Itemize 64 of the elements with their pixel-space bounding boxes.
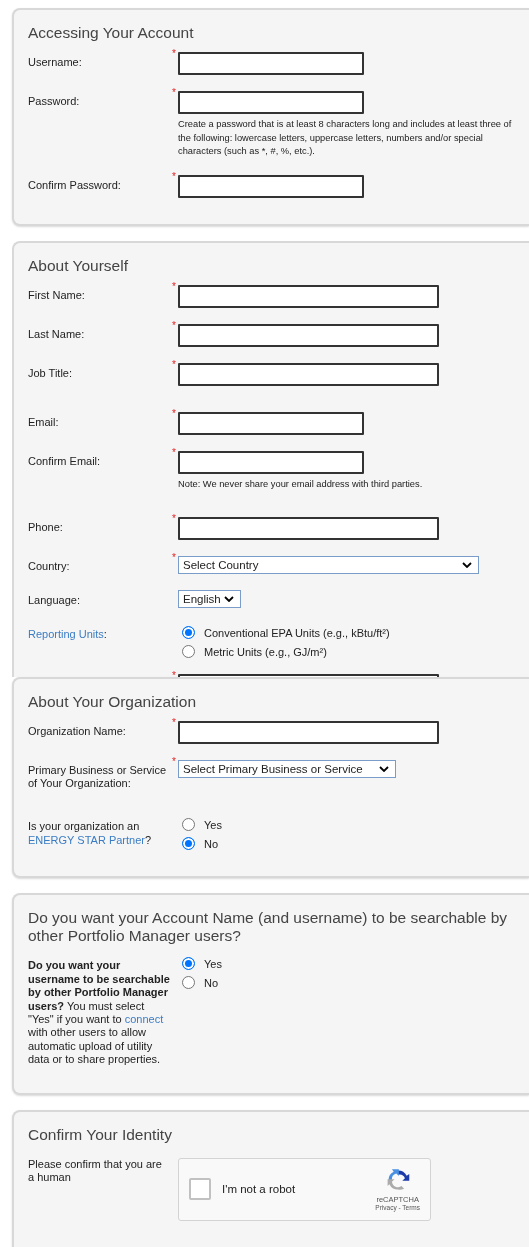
field-label: Do you want your username to be searchable by other Portfolio Manager users? You must select "Yes" if you want to connect with other users to allow automatic upload of utility data or to share properties.: [28, 959, 170, 1066]
required-asterisk: *: [172, 513, 176, 524]
field-label: Phone:: [28, 521, 63, 533]
text-field[interactable]: [178, 411, 364, 435]
section-heading: Accessing Your Account: [28, 24, 195, 42]
radio-option[interactable]: Yes: [178, 818, 529, 832]
field-label: Reporting Units:: [28, 628, 107, 640]
radio-option[interactable]: No: [178, 837, 529, 851]
text-field[interactable]: [178, 52, 364, 75]
checkbox[interactable]: [189, 1178, 211, 1201]
text-field[interactable]: [178, 284, 439, 308]
field-label: Please confirm that you are a human: [28, 1157, 162, 1183]
field-label: Email:: [28, 415, 59, 428]
text-field[interactable]: [178, 91, 364, 114]
text-field[interactable]: [178, 517, 439, 540]
required-asterisk: *: [172, 446, 176, 458]
required-asterisk: *: [172, 755, 176, 767]
required-asterisk: *: [172, 170, 176, 182]
field-label: Organization Name:: [28, 724, 126, 737]
required-asterisk: *: [172, 319, 176, 331]
required-asterisk: *: [172, 552, 176, 563]
required-asterisk: *: [172, 407, 176, 419]
required-asterisk: *: [172, 280, 176, 292]
radio-option[interactable]: Conventional EPA Units (e.g., kBtu/ft²): [178, 626, 529, 639]
field-label: Primary Business or Service of Your Organization:: [28, 763, 167, 789]
required-asterisk: *: [172, 87, 176, 98]
section-heading: About Yourself: [28, 256, 129, 275]
text-field[interactable]: [178, 720, 439, 744]
field-hint: Note: We never share your email address with third parties.: [178, 477, 424, 491]
text-field[interactable]: [178, 362, 439, 386]
chevron-down-icon: [462, 562, 472, 568]
dropdown[interactable]: English: [178, 590, 241, 608]
checkbox-label: I'm not a robot: [222, 1183, 297, 1196]
link[interactable]: Reporting Units: [28, 628, 104, 640]
field-label: Username:: [28, 56, 82, 68]
field-label: Job Title:: [28, 366, 73, 379]
radio-option[interactable]: Metric Units (e.g., GJ/m²): [178, 645, 529, 658]
link[interactable]: connect: [124, 1012, 164, 1025]
chevron-down-icon: [379, 765, 389, 772]
link[interactable]: ENERGY STAR Partner: [28, 833, 145, 846]
field-label: Confirm Email:: [28, 454, 101, 467]
field-label: Country:: [28, 560, 70, 572]
field-label: First Name:: [28, 288, 85, 301]
radio-option[interactable]: No: [178, 976, 529, 990]
required-asterisk: *: [172, 670, 176, 677]
text-field[interactable]: [178, 323, 439, 347]
dropdown[interactable]: Select Primary Business or Service: [178, 759, 396, 778]
section-heading: Do you want your Account Name (and username) to be searchable by other Portfolio Manager users?: [28, 909, 509, 946]
section-heading: Confirm Your Identity: [28, 1125, 173, 1144]
required-asterisk: *: [172, 358, 176, 370]
field-label: Is your organization an ENERGY STAR Partner?: [28, 820, 152, 846]
text-field[interactable]: [178, 174, 364, 198]
required-asterisk: *: [172, 716, 176, 728]
field-label: Last Name:: [28, 327, 85, 340]
dropdown[interactable]: Select Country: [178, 556, 479, 574]
field-label: Language:: [28, 594, 80, 606]
field-label: Confirm Password:: [28, 178, 121, 191]
field-label: Password:: [28, 95, 80, 107]
chevron-down-icon: [224, 596, 234, 602]
section-heading: About Your Organization: [28, 692, 198, 711]
field-hint: Create a password that is at least 8 characters long and includes at least three of the following: lowercase letters, uppercase letters, numbers and/or special characters (such as *, #, %, etc.).: [178, 118, 513, 158]
text-field[interactable]: [178, 450, 364, 474]
required-asterisk: *: [172, 48, 176, 59]
radio-option[interactable]: Yes: [178, 957, 529, 971]
